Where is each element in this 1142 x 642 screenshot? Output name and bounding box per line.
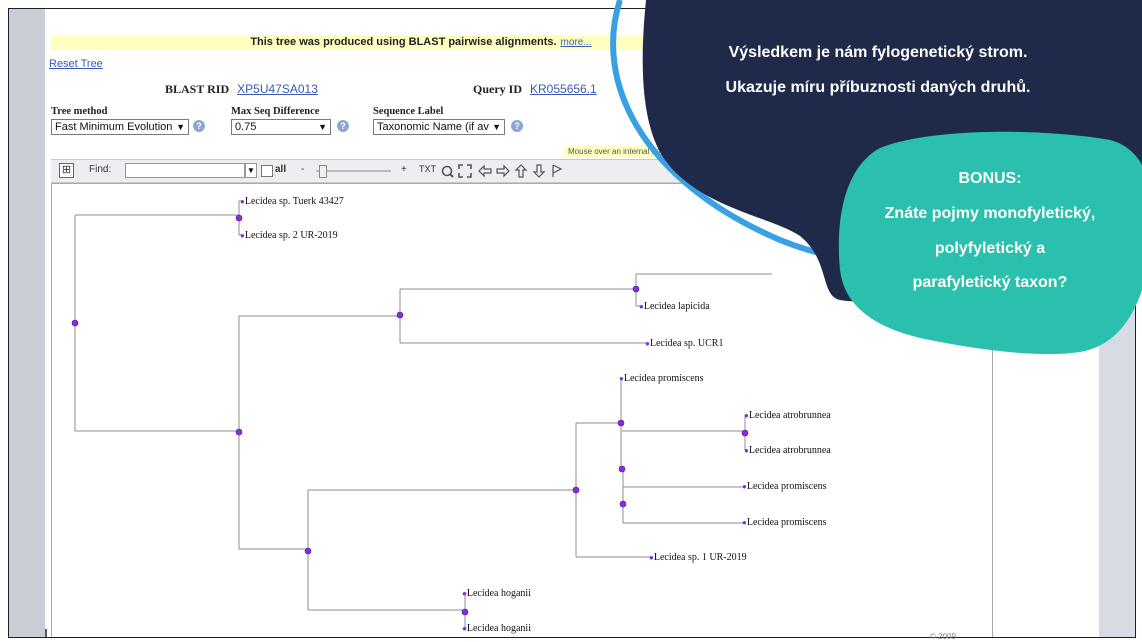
leaf-name: Lecidea atrobrunnea bbox=[748, 410, 831, 421]
internal-node[interactable] bbox=[618, 465, 626, 473]
find-dropdown-chevron-icon[interactable]: ▼ bbox=[245, 163, 257, 178]
all-checkbox[interactable] bbox=[261, 165, 273, 177]
leaf-name: Lecidea promiscens bbox=[746, 481, 827, 492]
leaf-name: Lecidea sp. 1 UR-2019 bbox=[653, 552, 747, 563]
leaf-label[interactable]: ●Lecidea hoganii bbox=[462, 623, 531, 634]
internal-node[interactable] bbox=[572, 486, 580, 494]
leaf-label[interactable]: ●Lecidea atrobrunnea bbox=[744, 410, 831, 421]
help-icon[interactable]: ? bbox=[511, 120, 523, 132]
arrow-down-icon[interactable] bbox=[532, 164, 546, 178]
leaf-label[interactable]: ●Lecidea promiscens bbox=[742, 481, 827, 492]
blast-rid-row: BLAST RID XP5U47SA013 bbox=[165, 82, 318, 97]
tree-method-value: Fast Minimum Evolution bbox=[55, 121, 173, 133]
arrow-up-icon[interactable] bbox=[514, 164, 528, 178]
right-side-panel bbox=[1099, 9, 1135, 637]
tree-method-select[interactable]: Fast Minimum Evolution ▼ bbox=[51, 119, 189, 135]
leaf-name: Lecidea lapicida bbox=[643, 301, 710, 312]
leaf-name: Lecidea sp. 2 UR-2019 bbox=[244, 230, 338, 241]
reset-tree-link[interactable]: Reset Tree bbox=[49, 58, 103, 70]
internal-node[interactable] bbox=[741, 429, 749, 437]
internal-node[interactable] bbox=[71, 319, 79, 327]
blast-tree-page: This tree was produced using BLAST pairw… bbox=[45, 9, 1099, 637]
leaf-label[interactable]: ●Lecidea promiscens bbox=[619, 373, 704, 384]
internal-node[interactable] bbox=[461, 608, 469, 616]
magnify-icon[interactable] bbox=[441, 165, 454, 178]
query-id-link[interactable]: KR055656.1 bbox=[530, 82, 597, 96]
internal-node[interactable] bbox=[617, 419, 625, 427]
dark-callout-line1: Výsledkem je nám fylogenetický strom. bbox=[728, 44, 1028, 61]
leaf-name: Lecidea promiscens bbox=[623, 373, 704, 384]
txt-button[interactable]: TXT bbox=[419, 164, 436, 174]
max-seq-diff-select[interactable]: 0.75 ▼ bbox=[231, 119, 331, 135]
branch bbox=[576, 422, 652, 558]
query-id-label: Query ID bbox=[473, 82, 522, 96]
help-icon[interactable]: ? bbox=[337, 120, 349, 132]
chevron-down-icon: ▼ bbox=[492, 122, 501, 132]
leaf-label[interactable]: ●Lecidea sp. Tuerk 43427 bbox=[240, 196, 344, 207]
slide-frame: This tree was produced using BLAST pairw… bbox=[8, 8, 1136, 638]
teal-callout-line1: Znáte pojmy monofyletický, bbox=[884, 205, 1096, 222]
mouse-hint: Mouse over an internal node bbox=[564, 146, 678, 157]
sequence-label-value: Taxonomic Name (if av bbox=[377, 121, 489, 133]
leaf-name: Lecidea sp. Tuerk 43427 bbox=[244, 196, 344, 207]
blast-rid-link[interactable]: XP5U47SA013 bbox=[237, 82, 318, 96]
leaf-name: Lecidea promiscens bbox=[746, 517, 827, 528]
help-icon[interactable]: ? bbox=[193, 120, 205, 132]
teal-callout-line3: parafyletický taxon? bbox=[912, 274, 1068, 291]
teal-callout-line2: polyfyletický a bbox=[934, 240, 1046, 257]
toolbar-icons bbox=[441, 164, 563, 178]
leaf-name-highlighted: Lecidea hoganii bbox=[466, 588, 531, 599]
internal-node[interactable] bbox=[235, 428, 243, 436]
tree-nodes bbox=[71, 214, 749, 616]
expand-icon[interactable]: ⊞ bbox=[59, 163, 74, 178]
leaf-label[interactable]: ●Lecidea atrobrunnea bbox=[744, 445, 831, 456]
arrow-right-icon[interactable] bbox=[496, 164, 510, 178]
query-id-row: Query ID KR055656.1 bbox=[473, 82, 597, 97]
internal-node[interactable] bbox=[235, 214, 243, 222]
leaf-name: Lecidea hoganii bbox=[466, 623, 531, 634]
tree-branches bbox=[74, 200, 772, 629]
teal-callout-title: BONUS: bbox=[958, 170, 1022, 187]
all-label: all bbox=[275, 164, 287, 175]
internal-node[interactable] bbox=[632, 285, 640, 293]
leaf-label[interactable]: ●Lecidea sp. 2 UR-2019 bbox=[240, 230, 338, 241]
leaf-name: Lecidea atrobrunnea bbox=[748, 445, 831, 456]
leaf-label[interactable]: ●Lecidea promiscens bbox=[742, 517, 827, 528]
branch bbox=[623, 486, 745, 524]
tree-toolbar: ⊞ Find: ▼ all - + TXT bbox=[51, 159, 691, 183]
leaf-name: Lecidea sp. UCR1 bbox=[649, 338, 724, 349]
branch bbox=[400, 288, 648, 344]
find-label: Find: bbox=[89, 164, 112, 175]
zoom-slider-handle[interactable] bbox=[319, 165, 327, 178]
leaf-label[interactable]: ●Lecidea lapicida bbox=[639, 301, 710, 312]
fit-icon[interactable] bbox=[458, 164, 472, 178]
copyright-text: © 2009 bbox=[930, 632, 956, 641]
scroll-marker bbox=[45, 629, 47, 637]
chevron-down-icon: ▼ bbox=[176, 122, 185, 132]
sequence-label-select[interactable]: Taxonomic Name (if av ▼ bbox=[373, 119, 505, 135]
zoom-in-button[interactable]: + bbox=[401, 164, 407, 175]
arrow-left-icon[interactable] bbox=[478, 164, 492, 178]
zoom-slider[interactable] bbox=[316, 170, 391, 172]
zoom-out-button[interactable]: - bbox=[301, 164, 304, 175]
find-input[interactable] bbox=[125, 163, 245, 178]
internal-node[interactable] bbox=[619, 500, 627, 508]
branch bbox=[308, 489, 576, 611]
sequence-label-label: Sequence Label bbox=[373, 106, 444, 117]
leaf-label[interactable]: ●Lecidea sp. 1 UR-2019 bbox=[649, 552, 747, 563]
internal-node[interactable] bbox=[396, 311, 404, 319]
max-seq-diff-value: 0.75 bbox=[235, 121, 257, 133]
max-seq-diff-label: Max Seq Difference bbox=[231, 106, 320, 117]
dark-callout-line2: Ukazuje míru příbuznosti daných druhů. bbox=[725, 79, 1031, 96]
blast-rid-label: BLAST RID bbox=[165, 82, 230, 96]
leaf-label[interactable]: ●Lecidea sp. UCR1 bbox=[645, 338, 723, 349]
banner-text: This tree was produced using BLAST pairw… bbox=[250, 36, 557, 48]
internal-node[interactable] bbox=[304, 547, 312, 555]
leaf-label[interactable]: ●Lecidea hoganii bbox=[462, 588, 531, 599]
pointer-icon[interactable] bbox=[552, 164, 563, 177]
chevron-down-icon: ▼ bbox=[318, 122, 327, 132]
more-link[interactable]: more... bbox=[561, 37, 592, 48]
tree-method-label: Tree method bbox=[51, 106, 108, 117]
